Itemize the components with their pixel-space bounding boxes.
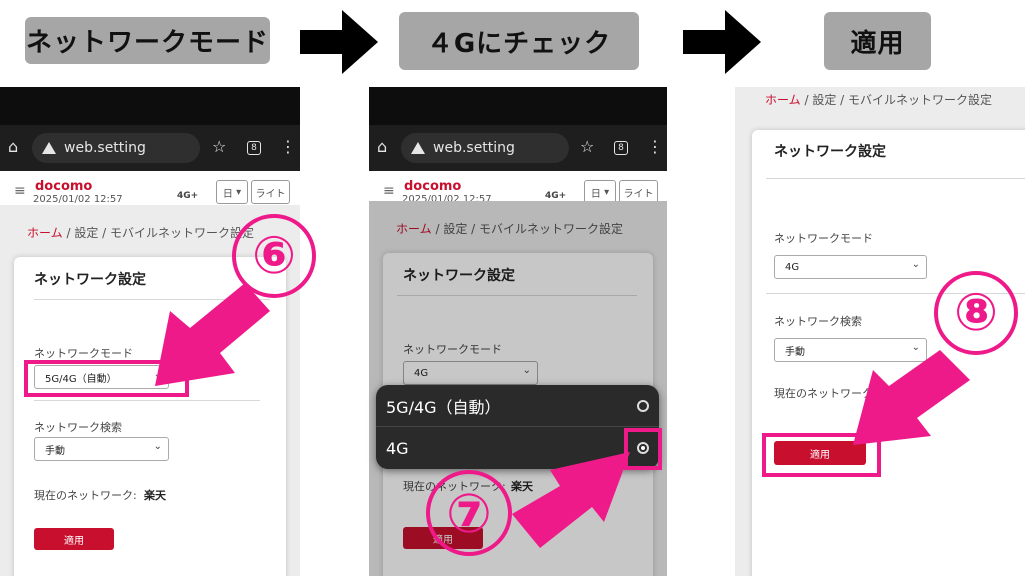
menu-dots-icon[interactable]: ⋮	[280, 137, 296, 156]
address-bar[interactable]: web.setting	[401, 133, 569, 163]
pointer-arrow-icon	[155, 283, 270, 386]
warning-icon	[411, 142, 425, 154]
card-title: ネットワーク設定	[34, 272, 146, 288]
hamburger-icon[interactable]: ≡	[14, 183, 26, 199]
network-mode-label: ネットワークモード	[34, 347, 133, 360]
hamburger-icon[interactable]: ≡	[383, 183, 395, 199]
network-search-label: ネットワーク検索	[774, 315, 862, 328]
chevron-down-icon: ⌄	[153, 441, 162, 452]
star-icon[interactable]: ☆	[212, 137, 226, 156]
step-label-network-mode: ネットワークモード	[25, 17, 270, 64]
tab-count-icon[interactable]: 8	[614, 141, 628, 155]
arrow-right-icon	[683, 10, 761, 74]
warning-icon	[42, 142, 56, 154]
menu-dots-icon[interactable]: ⋮	[647, 137, 663, 156]
breadcrumb: ホーム / 設定 / モバイルネットワーク設定	[765, 93, 993, 107]
browser-toolbar: ⌂ web.setting ☆ 8 ⋮	[369, 125, 667, 171]
step-label-apply: 適用	[824, 12, 931, 70]
theme-button[interactable]: ライト	[251, 180, 290, 204]
divider	[34, 400, 260, 401]
breadcrumb-current: モバイルネットワーク設定	[848, 93, 993, 107]
star-icon[interactable]: ☆	[580, 137, 594, 156]
breadcrumb-home[interactable]: ホーム	[765, 93, 801, 107]
breadcrumb-home[interactable]: ホーム	[27, 226, 63, 240]
dropdown-option-auto[interactable]: 5G/4G（自動）	[376, 385, 659, 427]
network-search-select[interactable]: 手動 ⌄	[34, 437, 169, 461]
url-text: web.setting	[64, 140, 146, 156]
step-label-check-4g: ４Gにチェック	[399, 12, 639, 70]
home-icon[interactable]: ⌂	[8, 137, 18, 156]
pointer-arrow-icon	[853, 350, 970, 445]
status-bar	[369, 87, 667, 125]
url-text: web.setting	[433, 140, 515, 156]
breadcrumb-settings[interactable]: 設定	[812, 93, 836, 107]
brand-logo: docomo	[404, 179, 462, 194]
apply-button[interactable]: 適用	[34, 528, 114, 550]
address-bar[interactable]: web.setting	[32, 133, 200, 163]
arrow-right-icon	[300, 10, 378, 74]
breadcrumb-settings[interactable]: 設定	[74, 226, 98, 240]
step-number-8: ⑧	[934, 271, 1018, 355]
browser-toolbar: ⌂ web.setting ☆ 8 ⋮	[0, 125, 300, 171]
current-network-value: 楽天	[144, 489, 166, 502]
pointer-arrow-icon	[512, 452, 630, 548]
divider	[766, 178, 1025, 179]
brand-logo: docomo	[35, 179, 93, 194]
network-search-label: ネットワーク検索	[34, 421, 122, 434]
site-header: ≡ docomo 2025/01/02 12:57 4G+ 日 ▾ ライト	[369, 171, 667, 205]
breadcrumb-current: モバイルネットワーク設定	[110, 226, 255, 240]
tab-count-icon[interactable]: 8	[247, 141, 261, 155]
datetime-text: 2025/01/02 12:57	[33, 194, 123, 205]
network-mode-label: ネットワークモード	[774, 232, 873, 245]
status-bar	[0, 87, 300, 125]
home-icon[interactable]: ⌂	[377, 137, 387, 156]
breadcrumb: ホーム / 設定 / モバイルネットワーク設定	[27, 226, 255, 240]
language-button[interactable]: 日 ▾	[216, 180, 248, 204]
signal-indicator: 4G+	[177, 191, 199, 201]
step-number-7: ⑦	[426, 470, 512, 556]
network-mode-select[interactable]: 4G ⌄	[774, 255, 927, 279]
card-title: ネットワーク設定	[774, 144, 886, 160]
signal-indicator: 4G+	[545, 191, 567, 201]
radio-unchecked-icon[interactable]	[637, 400, 649, 412]
current-network-label: 現在のネットワーク:	[34, 489, 137, 502]
chevron-down-icon: ⌄	[911, 259, 920, 270]
